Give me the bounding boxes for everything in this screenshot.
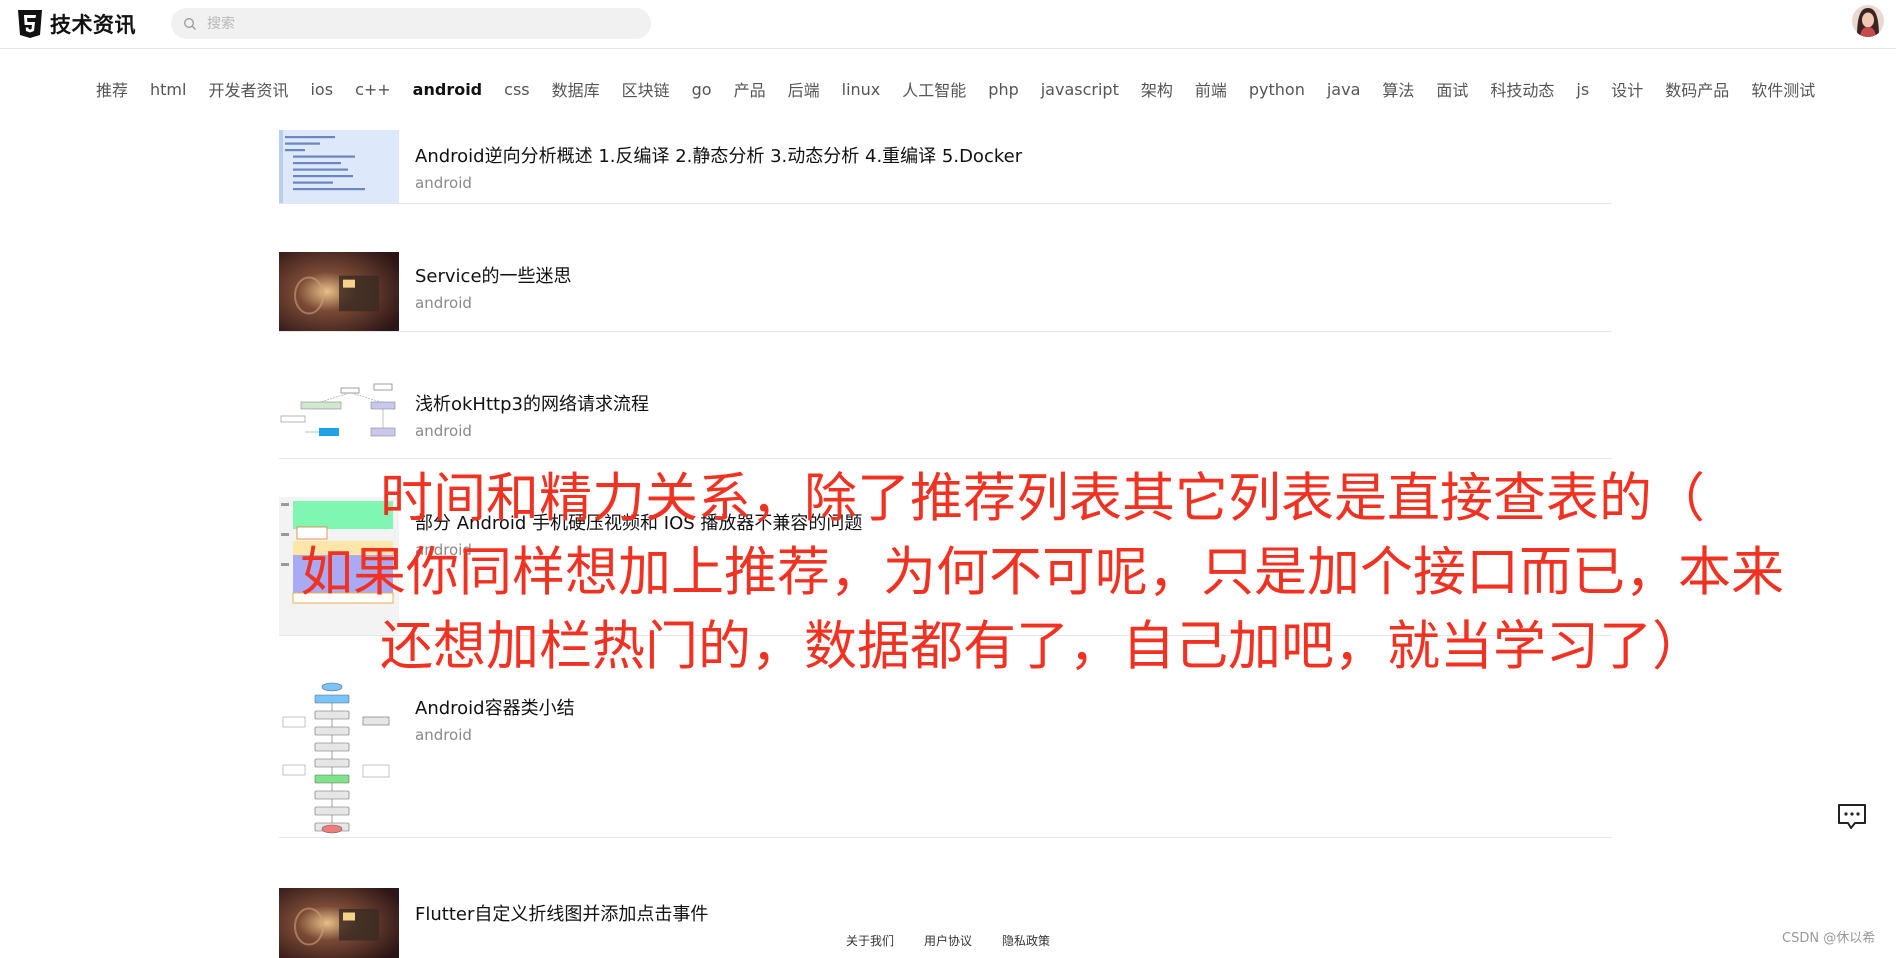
article-item[interactable]: Android逆向分析概述 1.反编译 2.静态分析 3.动态分析 4.重编译 …: [279, 130, 1612, 204]
footer-privacy-link[interactable]: 隐私政策: [1002, 932, 1050, 953]
nav-item-10[interactable]: 产品: [734, 77, 766, 101]
search-icon: [184, 17, 196, 30]
logo-text: 技术资讯: [50, 13, 136, 37]
nav-item-0[interactable]: 推荐: [96, 77, 128, 101]
nav-item-13[interactable]: 人工智能: [902, 77, 966, 101]
search-box[interactable]: [171, 8, 651, 39]
nav-item-22[interactable]: 科技动态: [1490, 77, 1554, 101]
article-thumbnail[interactable]: [279, 497, 399, 635]
nav-item-12[interactable]: linux: [842, 80, 881, 99]
nav-item-3[interactable]: ios: [310, 80, 333, 99]
nav-item-16[interactable]: 架构: [1141, 77, 1173, 101]
nav-item-24[interactable]: 设计: [1611, 77, 1643, 101]
nav-item-1[interactable]: html: [150, 80, 186, 99]
csdn-watermark: CSDN @休以希: [1782, 931, 1876, 946]
nav-item-21[interactable]: 面试: [1436, 77, 1468, 101]
article-item[interactable]: 浅析okHttp3的网络请求流程 android: [279, 378, 1612, 459]
article-thumbnail[interactable]: [279, 681, 399, 837]
chat-button[interactable]: [1836, 802, 1868, 832]
search-input[interactable]: [205, 14, 629, 33]
article-item[interactable]: Android容器类小结 android: [279, 681, 1612, 838]
nav-item-8[interactable]: 区块链: [622, 77, 670, 101]
article-item[interactable]: 部分 Android 手机硬压视频和 IOS 播放器不兼容的问题 android: [279, 497, 1612, 636]
article-tag[interactable]: android: [415, 294, 472, 312]
category-nav: 推荐 html 开发者资讯 ios c++ android css 数据库 区块链 go 产品 后端 l…: [96, 74, 1837, 104]
nav-item-5[interactable]: android: [413, 80, 482, 99]
nav-item-15[interactable]: javascript: [1041, 80, 1119, 99]
article-tag[interactable]: android: [415, 422, 472, 440]
article-tag[interactable]: android: [415, 726, 472, 744]
site-logo[interactable]: 技术资讯: [16, 8, 136, 40]
nav-item-9[interactable]: go: [692, 80, 712, 99]
nav-item-25[interactable]: 数码产品: [1665, 77, 1729, 101]
nav-item-26[interactable]: 软件测试: [1751, 77, 1815, 101]
top-header: 技术资讯: [0, 0, 1896, 49]
nav-item-17[interactable]: 前端: [1195, 77, 1227, 101]
nav-item-23[interactable]: js: [1576, 80, 1589, 99]
article-thumbnail[interactable]: [279, 252, 399, 331]
nav-item-2[interactable]: 开发者资讯: [208, 77, 288, 101]
article-title[interactable]: Service的一些迷思: [415, 262, 572, 288]
html5-logo-icon: [18, 10, 42, 38]
nav-item-20[interactable]: 算法: [1382, 77, 1414, 101]
chat-bubble-icon: [1838, 804, 1866, 829]
nav-item-4[interactable]: c++: [355, 80, 391, 99]
footer-agreement-link[interactable]: 用户协议: [924, 932, 972, 953]
footer-links: 关于我们 用户协议 隐私政策: [0, 932, 1896, 953]
nav-item-19[interactable]: java: [1327, 80, 1361, 99]
footer-about-link[interactable]: 关于我们: [846, 932, 894, 953]
article-title[interactable]: 部分 Android 手机硬压视频和 IOS 播放器不兼容的问题: [415, 509, 862, 535]
nav-item-7[interactable]: 数据库: [552, 77, 600, 101]
article-title[interactable]: Android容器类小结: [415, 694, 575, 720]
nav-item-11[interactable]: 后端: [788, 77, 820, 101]
nav-item-6[interactable]: css: [504, 80, 529, 99]
article-title[interactable]: 浅析okHttp3的网络请求流程: [415, 390, 649, 416]
nav-item-14[interactable]: php: [988, 80, 1018, 99]
article-title[interactable]: Flutter自定义折线图并添加点击事件: [415, 900, 708, 926]
article-tag[interactable]: android: [415, 541, 472, 559]
article-item[interactable]: Service的一些迷思 android: [279, 252, 1612, 332]
article-title[interactable]: Android逆向分析概述 1.反编译 2.静态分析 3.动态分析 4.重编译 …: [415, 142, 1022, 168]
article-thumbnail[interactable]: [279, 378, 399, 458]
user-avatar[interactable]: [1852, 5, 1884, 37]
article-tag[interactable]: android: [415, 174, 472, 192]
article-thumbnail[interactable]: [279, 130, 399, 203]
nav-item-18[interactable]: python: [1249, 80, 1305, 99]
